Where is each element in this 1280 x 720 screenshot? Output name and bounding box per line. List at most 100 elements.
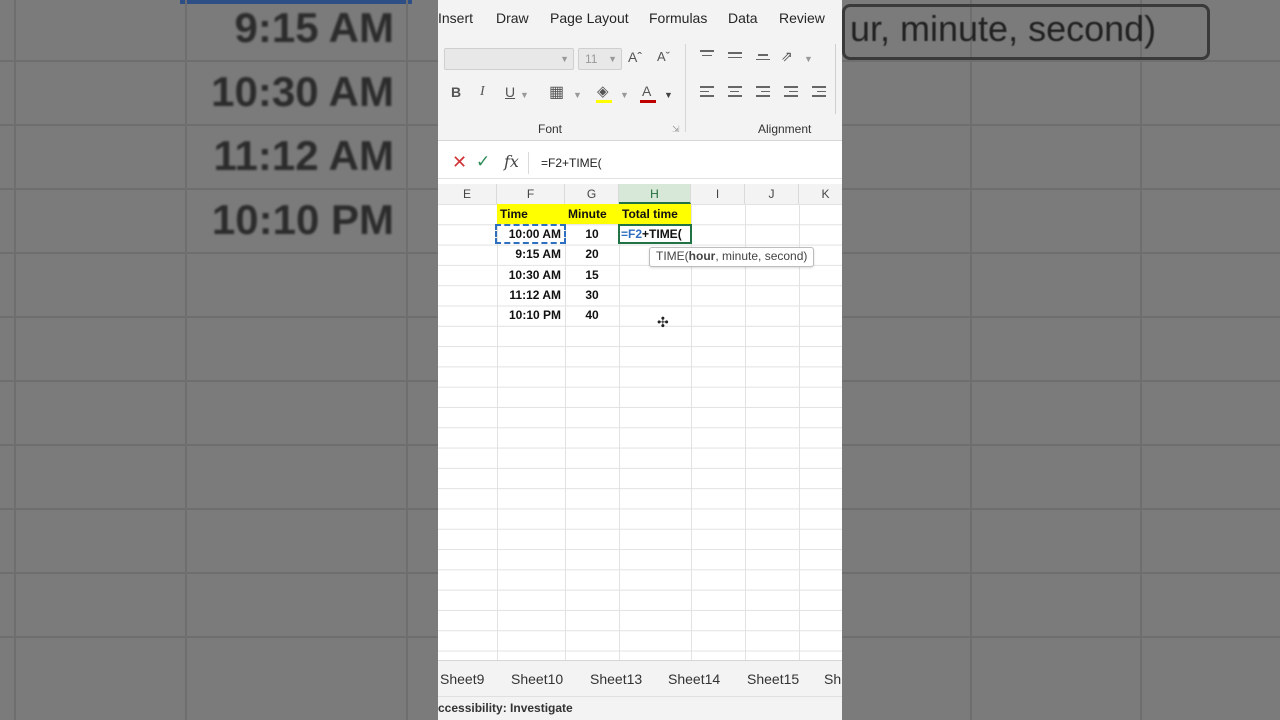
dialog-launcher-icon[interactable]: ⇲ [672, 124, 680, 135]
font-color-swatch [640, 100, 656, 103]
header-cell-time[interactable]: Time [497, 204, 565, 224]
font-group-label: Font [538, 122, 563, 136]
formula-bar-separator [528, 152, 529, 174]
sheet-tab-sheet10[interactable]: Sheet10 [511, 671, 563, 687]
column-header-j[interactable]: J [745, 184, 799, 204]
formula-bar: ✕ ✓ fx =F2+TIME( [438, 148, 842, 179]
cell-f3[interactable]: 9:15 AM [497, 244, 565, 264]
align-left-icon[interactable] [700, 86, 714, 100]
tab-draw[interactable]: Draw [496, 10, 529, 26]
sheet-tab-sheet13[interactable]: Sheet13 [590, 671, 642, 687]
shrink-font-button[interactable]: Aˇ [657, 49, 670, 64]
sheet-tab-partial[interactable]: Sh [824, 671, 841, 687]
gridline [619, 204, 620, 660]
sheet-tab-sheet15[interactable]: Sheet15 [747, 671, 799, 687]
column-header-h[interactable]: H [619, 184, 691, 204]
tab-formulas[interactable]: Formulas [649, 10, 707, 26]
chevron-down-icon: ▼ [620, 90, 629, 100]
font-name-dropdown[interactable]: ▼ [444, 48, 574, 70]
header-cell-minute[interactable]: Minute [565, 204, 619, 224]
chevron-down-icon: ▼ [573, 90, 582, 100]
sheet-tab-sheet14[interactable]: Sheet14 [668, 671, 720, 687]
column-headers: E F G H I J K [438, 184, 842, 205]
background-time-1: 9:15 AM [234, 4, 395, 51]
tab-review[interactable]: Review [779, 10, 825, 26]
cell-g4[interactable]: 15 [565, 265, 619, 285]
sheet-tab-sheet9[interactable]: Sheet9 [440, 671, 484, 687]
column-header-e[interactable]: E [438, 184, 497, 204]
cell-cursor-icon: ✣ [657, 314, 669, 330]
enter-icon[interactable]: ✓ [476, 152, 490, 172]
align-right-icon[interactable] [756, 86, 770, 100]
chevron-down-icon: ▼ [560, 54, 569, 64]
chevron-down-icon: ▼ [664, 90, 673, 100]
cell-h2-editing[interactable]: =F2+TIME( [618, 224, 692, 244]
tooltip-args-rest: , minute, second) [715, 249, 808, 263]
background-gridline [1140, 0, 1142, 720]
column-header-i[interactable]: I [691, 184, 745, 204]
align-center-icon[interactable] [728, 86, 742, 100]
align-bottom-icon[interactable] [756, 54, 770, 63]
font-size-dropdown[interactable]: 11 ▼ [578, 48, 622, 70]
font-color-button[interactable]: A [642, 83, 651, 99]
cell-g2[interactable]: 10 [565, 224, 619, 244]
formula-rest: +TIME( [642, 227, 682, 241]
tooltip-function: TIME( [656, 249, 689, 263]
group-separator [685, 44, 686, 132]
fill-color-swatch [596, 100, 612, 103]
tab-insert[interactable]: Insert [438, 10, 473, 26]
ribbon-tabs: Insert Draw Page Layout Formulas Data Re… [438, 0, 842, 36]
italic-button[interactable]: I [480, 84, 485, 100]
cell-f6[interactable]: 10:10 PM [497, 305, 565, 325]
background-time-2: 10:30 AM [211, 68, 394, 115]
accessibility-status[interactable]: ccessibility: Investigate [438, 701, 573, 715]
cell-g3[interactable]: 20 [565, 244, 619, 264]
chevron-down-icon: ▼ [520, 90, 529, 100]
cell-g6[interactable]: 40 [565, 305, 619, 325]
decrease-indent-icon[interactable] [784, 86, 798, 100]
column-header-k[interactable]: K [799, 184, 842, 204]
tooltip-arg-hour: hour [688, 249, 716, 263]
background-time-4: 10:10 PM [211, 196, 394, 243]
grow-font-button[interactable]: Aˆ [628, 49, 642, 65]
cell-reference-f2: =F2 [621, 227, 643, 241]
align-middle-icon[interactable] [728, 52, 742, 61]
bold-button[interactable]: B [451, 84, 461, 100]
excel-window: Insert Draw Page Layout Formulas Data Re… [438, 0, 842, 720]
borders-icon[interactable]: ▦ [549, 82, 564, 102]
insert-function-icon[interactable]: fx [504, 152, 519, 171]
column-header-g[interactable]: G [565, 184, 619, 204]
background-gridline [970, 0, 972, 720]
formula-input[interactable]: =F2+TIME( [541, 156, 602, 170]
background-gridline [406, 0, 408, 720]
increase-indent-icon[interactable] [812, 86, 826, 100]
cell-f2[interactable]: 10:00 AM [495, 224, 566, 244]
chevron-down-icon: ▼ [804, 54, 813, 64]
function-tooltip: TIME(hour, minute, second) [649, 247, 815, 267]
cancel-icon[interactable]: ✕ [452, 152, 467, 173]
background-tooltip-text: ur, minute, second) [850, 8, 1157, 49]
fill-color-icon[interactable]: ◈ [597, 82, 609, 100]
tab-data[interactable]: Data [728, 10, 758, 26]
column-header-f[interactable]: F [497, 184, 565, 204]
gridline [799, 204, 800, 660]
background-gridline [14, 0, 16, 720]
tab-page-layout[interactable]: Page Layout [550, 10, 629, 26]
cell-f4[interactable]: 10:30 AM [497, 265, 565, 285]
status-bar: ccessibility: Investigate [438, 696, 842, 720]
ribbon-home: ▼ 11 ▼ Aˆ Aˇ B I U ▼ ▦ ▼ ◈ ▼ A ▼ Font ⇲ … [438, 36, 842, 141]
orientation-icon[interactable]: ⇗ [781, 48, 793, 65]
gridline [691, 204, 692, 660]
sheet-tabs: Sheet9 Sheet10 Sheet13 Sheet14 Sheet15 S… [438, 660, 842, 697]
underline-button[interactable]: U [505, 84, 515, 100]
font-size-value: 11 [585, 52, 598, 66]
align-top-icon[interactable] [700, 50, 714, 59]
chevron-down-icon: ▼ [608, 54, 617, 64]
header-cell-total-time[interactable]: Total time [619, 204, 691, 224]
background-time-3: 11:12 AM [213, 132, 394, 179]
cell-g5[interactable]: 30 [565, 285, 619, 305]
alignment-group-label: Alignment [758, 122, 812, 136]
cell-f5[interactable]: 11:12 AM [497, 285, 565, 305]
group-separator [835, 44, 836, 114]
gridline [745, 204, 746, 660]
